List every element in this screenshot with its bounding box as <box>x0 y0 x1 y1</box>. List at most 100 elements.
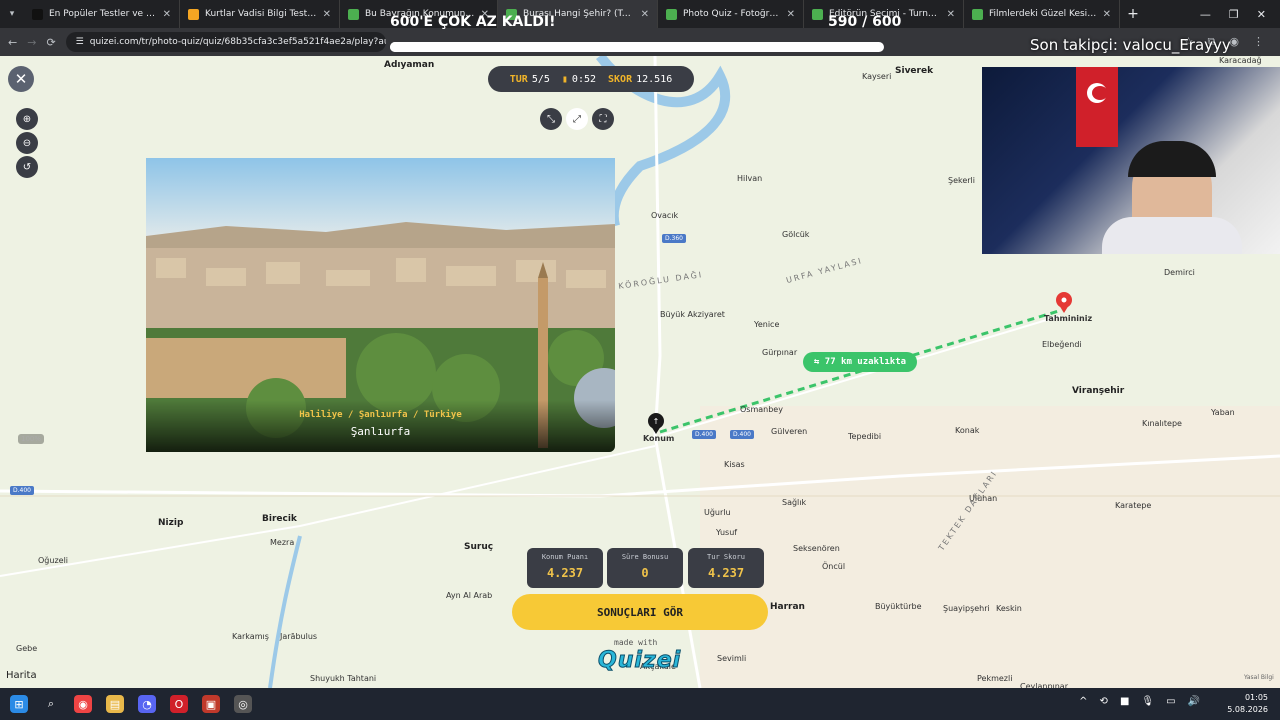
quiz-status-bar: TUR 5/5 ▮ 0:52 SKOR 12.516 <box>488 66 694 92</box>
map-place-label: Sevimli <box>717 654 747 663</box>
tab-close-icon[interactable]: ✕ <box>947 9 955 20</box>
stream-goal-text: 600'E ÇOK AZ KALDI! <box>390 14 556 30</box>
score-box-title: Konum Puanı <box>541 553 589 561</box>
tab-label: En Popüler Testler ve Eğlenceli <box>49 9 157 19</box>
tab-label: Kurtlar Vadisi Bilgi Testi (Çok zo <box>205 9 317 19</box>
zoom-in-icon[interactable]: ⊕ <box>16 108 38 130</box>
chrome-icon[interactable]: ◉ <box>74 695 92 713</box>
clock-time: 01:05 <box>1244 693 1268 702</box>
tray-sync-icon[interactable]: ⟲ <box>1100 696 1108 707</box>
browser-tab[interactable]: Photo Quiz - Fotoğrafın tarihin ✕ <box>658 0 804 28</box>
score-box-title: Tur Skoru <box>707 553 745 561</box>
photo-view-controls: ⤡ ⤢ ⛶ <box>540 108 614 130</box>
url-text: quizei.com/tr/photo-quiz/quiz/68b35cfa3c… <box>89 37 386 47</box>
map-place-label: Kınalıtepe <box>1142 419 1182 428</box>
map-place-label: Gülveren <box>771 427 808 436</box>
clock-date: 5.08.2026 <box>1227 705 1268 714</box>
url-field[interactable]: ☰ quizei.com/tr/photo-quiz/quiz/68b35cfa… <box>65 32 386 52</box>
map-place-label: Mezra <box>270 538 295 547</box>
tab-close-icon[interactable]: ✕ <box>787 9 795 20</box>
tab-close-icon[interactable]: ✕ <box>323 9 331 20</box>
photo-zoom-badge: 100% <box>18 434 45 444</box>
tab-close-icon[interactable]: ✕ <box>641 9 649 20</box>
road-shield: D.360 <box>662 234 686 243</box>
score-indicator: SKOR 12.516 <box>608 73 673 85</box>
menu-icon[interactable]: ⋮ <box>1253 35 1264 49</box>
tab-favicon <box>348 8 359 20</box>
tab-search-icon[interactable]: ▾ <box>0 0 24 28</box>
stream-goal-progress <box>390 42 884 52</box>
score-box: Tur Skoru 4.237 <box>688 548 764 588</box>
reset-rotate-icon[interactable]: ↺ <box>16 156 38 178</box>
round-indicator: TUR 5/5 <box>509 73 550 85</box>
forward-icon[interactable]: → <box>27 36 36 49</box>
caption-city: Şanlıurfa <box>350 425 411 438</box>
volume-icon[interactable]: 🔊 <box>1188 696 1200 707</box>
map-place-label: Yusuf <box>716 528 738 537</box>
webcam-overlay <box>982 67 1280 254</box>
close-window-icon[interactable]: ✕ <box>1257 8 1266 21</box>
reload-icon[interactable]: ⟳ <box>46 36 55 49</box>
road-shield: D.400 <box>730 430 754 439</box>
distance-badge: ⇆ 77 km uzaklıkta <box>803 352 917 372</box>
site-info-icon[interactable]: ☰ <box>76 37 84 47</box>
map-place-label: Pekmezli <box>977 674 1013 683</box>
close-quiz-button[interactable]: ✕ <box>8 66 34 92</box>
new-tab-button[interactable]: + <box>1120 6 1146 22</box>
obs-icon[interactable]: ◎ <box>234 695 252 713</box>
windows-taskbar: ⊞ ⌕ ◉ ▤ ◔ O ▣ ◎ ^ ⟲ ■ 🎙 ▭ 🔊 01:05 5.08.2… <box>0 688 1280 720</box>
browser-tab[interactable]: En Popüler Testler ve Eğlenceli ✕ <box>24 0 180 28</box>
timer-icon: ▮ <box>561 73 568 85</box>
app-icon[interactable]: ▣ <box>202 695 220 713</box>
map-place-label: Suruç <box>464 542 494 552</box>
tab-label: Filmlerdeki Güzel Kesitler - Tie <box>989 9 1097 19</box>
answer-marker-label: Konum <box>643 434 675 443</box>
timer-indicator: ▮ 0:52 <box>561 73 597 85</box>
windows-start-icon[interactable]: ⊞ <box>10 695 28 713</box>
shrink-icon[interactable]: ⤡ <box>540 108 562 130</box>
map-place-label: Kisas <box>724 460 745 469</box>
tray-app-icon[interactable]: ■ <box>1120 696 1129 707</box>
score-box-title: Süre Bonusu <box>621 553 669 561</box>
search-icon[interactable]: ⌕ <box>42 695 60 713</box>
map-place-label: Konak <box>955 426 980 435</box>
opera-icon[interactable]: O <box>170 695 188 713</box>
maximize-icon[interactable]: ❐ <box>1229 8 1239 21</box>
microphone-icon[interactable]: 🎙 <box>1141 696 1154 707</box>
map-place-label: Seksenören <box>793 544 840 553</box>
last-follower-text: Son takipçi: valocu_Erayyy <box>1030 36 1231 54</box>
system-clock[interactable]: 01:05 5.08.2026 <box>1227 692 1268 716</box>
quizei-logo[interactable]: Quizei <box>597 648 681 674</box>
map-place-label: Oğuzeli <box>38 556 69 565</box>
fullscreen-icon[interactable]: ⛶ <box>592 108 614 130</box>
map-place-label: Siverek <box>895 66 934 76</box>
expand-icon[interactable]: ⤢ <box>566 108 588 130</box>
stream-goal-count: 590 / 600 <box>828 14 902 30</box>
tab-close-icon[interactable]: ✕ <box>163 9 171 20</box>
file-explorer-icon[interactable]: ▤ <box>106 695 124 713</box>
zoom-out-icon[interactable]: ⊖ <box>16 132 38 154</box>
browser-tab[interactable]: Kurtlar Vadisi Bilgi Testi (Çok zo ✕ <box>180 0 340 28</box>
show-results-button[interactable]: SONUÇLARI GÖR <box>512 594 768 630</box>
browser-tab[interactable]: Filmlerdeki Güzel Kesitler - Tie ✕ <box>964 0 1120 28</box>
map-place-label: Ovacık <box>651 211 679 220</box>
map-attribution[interactable]: Yasal Bilgi <box>1244 674 1274 681</box>
tab-favicon <box>188 8 199 20</box>
map-place-label: Gebe <box>16 644 38 653</box>
discord-icon[interactable]: ◔ <box>138 695 156 713</box>
tray-chevron-icon[interactable]: ^ <box>1079 696 1087 707</box>
score-box-value: 4.237 <box>546 566 584 580</box>
map-place-label: Karatepe <box>1115 501 1152 510</box>
guess-marker-label: Tahmininiz <box>1044 314 1093 323</box>
minimize-icon[interactable]: — <box>1200 8 1211 21</box>
map-place-label: Sağlık <box>782 498 807 507</box>
map-place-label: Büyüktürbe <box>875 602 922 611</box>
tab-close-icon[interactable]: ✕ <box>1103 9 1111 20</box>
streamer-hair <box>1128 141 1216 177</box>
map-place-label: Adıyaman <box>384 60 435 70</box>
network-icon[interactable]: ▭ <box>1166 696 1175 707</box>
back-icon[interactable]: ← <box>8 36 17 49</box>
map-place-label: Demirci <box>1164 268 1195 277</box>
map-place-label: Gürpınar <box>762 348 798 357</box>
map-place-label: Harran <box>770 602 805 612</box>
